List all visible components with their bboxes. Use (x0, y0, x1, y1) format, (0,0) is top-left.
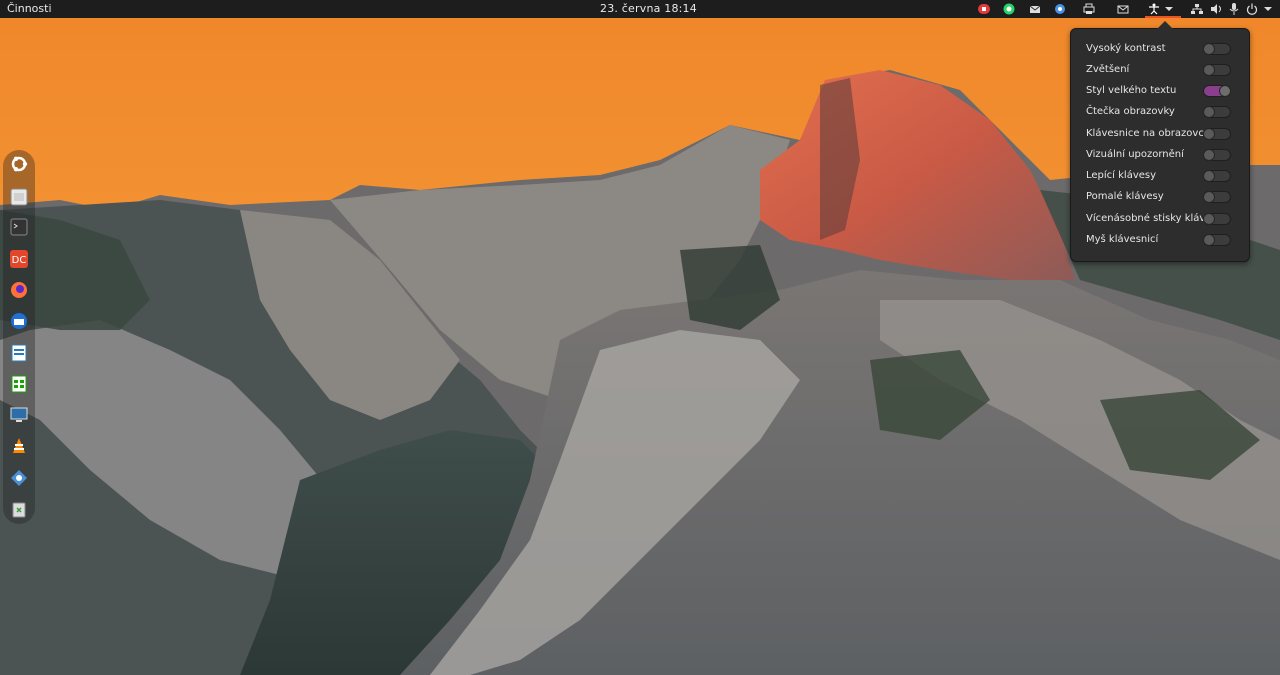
toggle-switch[interactable] (1203, 233, 1231, 246)
menu-arrow-icon[interactable] (1262, 3, 1274, 15)
svg-text:DC: DC (12, 255, 27, 266)
menu-item-screen-reader[interactable]: Čtečka obrazovky (1071, 101, 1249, 122)
network-icon[interactable] (1191, 3, 1203, 15)
toggle-knob (1203, 212, 1215, 225)
toggle-knob (1203, 42, 1215, 55)
toggle-switch[interactable] (1203, 169, 1231, 182)
kvm-icon[interactable] (9, 468, 29, 488)
menu-item-label: Klávesnice na obrazovce (1086, 128, 1210, 139)
mail-icon[interactable] (1029, 3, 1041, 15)
toggle-knob (1203, 105, 1215, 118)
accessibility-menu: Vysoký kontrast Zvětšení Styl velkého te… (1070, 28, 1250, 262)
toggle-knob (1203, 233, 1215, 246)
power-icon[interactable] (1246, 3, 1258, 15)
mail-check-icon[interactable] (1117, 3, 1129, 15)
menu-item-visual-alerts[interactable]: Vizuální upozornění (1071, 144, 1249, 165)
menu-item-label: Zvětšení (1086, 64, 1130, 75)
menu-pointer (1157, 21, 1173, 29)
toggle-switch[interactable] (1203, 105, 1231, 118)
menu-item-sticky-keys[interactable]: Lepící klávesy (1071, 165, 1249, 186)
toggle-knob (1203, 127, 1215, 140)
menu-item-screen-keyboard[interactable]: Klávesnice na obrazovce (1071, 123, 1249, 144)
chevron-down-icon[interactable] (1163, 3, 1175, 15)
terminal-icon[interactable] (9, 217, 29, 237)
menu-item-zoom[interactable]: Zvětšení (1071, 59, 1249, 80)
firefox-icon[interactable] (9, 280, 29, 300)
red-notification-icon[interactable] (978, 3, 990, 15)
printer-icon[interactable] (1083, 3, 1095, 15)
files-icon[interactable] (9, 187, 29, 207)
ubuntu-logo-icon[interactable] (9, 154, 29, 174)
top-bar: Činnosti 23. června 18:14 (0, 0, 1280, 18)
remote-desktop-icon[interactable] (9, 405, 29, 425)
chat-bubble-icon[interactable] (1054, 3, 1066, 15)
menu-item-large-text[interactable]: Styl velkého textu (1071, 80, 1249, 101)
toggle-knob (1203, 148, 1215, 161)
toggle-knob (1203, 169, 1215, 182)
menu-item-mouse-keys[interactable]: Myš klávesnicí (1071, 229, 1249, 250)
writer-icon[interactable] (9, 343, 29, 363)
menu-item-label: Pomalé klávesy (1086, 191, 1164, 202)
menu-item-label: Čtečka obrazovky (1086, 106, 1175, 117)
toggle-switch[interactable] (1203, 190, 1231, 203)
volume-icon[interactable] (1210, 3, 1222, 15)
toggle-knob (1219, 84, 1231, 97)
menu-item-label: Vícenásobné stisky kláves (1086, 213, 1217, 224)
dock: DC (3, 150, 35, 524)
vlc-icon[interactable] (9, 436, 29, 456)
clock[interactable]: 23. června 18:14 (600, 2, 697, 15)
toggle-knob (1203, 190, 1215, 203)
menu-item-bounce-keys[interactable]: Vícenásobné stisky kláves (1071, 208, 1249, 229)
thunderbird-icon[interactable] (9, 311, 29, 331)
microphone-icon[interactable] (1228, 3, 1240, 15)
menu-item-label: Vysoký kontrast (1086, 43, 1166, 54)
doublecmd-icon[interactable]: DC (9, 249, 29, 269)
whatsapp-icon[interactable] (1003, 3, 1015, 15)
menu-item-label: Myš klávesnicí (1086, 234, 1159, 245)
menu-item-slow-keys[interactable]: Pomalé klávesy (1071, 186, 1249, 207)
toggle-switch[interactable] (1203, 148, 1231, 161)
toggle-switch[interactable] (1203, 42, 1231, 55)
menu-item-label: Vizuální upozornění (1086, 149, 1184, 160)
menu-item-high-contrast[interactable]: Vysoký kontrast (1071, 38, 1249, 59)
accessibility-icon[interactable] (1148, 3, 1160, 15)
activities-button[interactable]: Činnosti (7, 2, 52, 15)
trash-icon[interactable] (9, 499, 29, 519)
toggle-switch[interactable] (1203, 63, 1231, 76)
calc-icon[interactable] (9, 374, 29, 394)
toggle-switch[interactable] (1203, 84, 1231, 97)
menu-item-label: Lepící klávesy (1086, 170, 1157, 181)
toggle-switch[interactable] (1203, 127, 1231, 140)
menu-item-label: Styl velkého textu (1086, 85, 1177, 96)
toggle-switch[interactable] (1203, 212, 1231, 225)
toggle-knob (1203, 63, 1215, 76)
